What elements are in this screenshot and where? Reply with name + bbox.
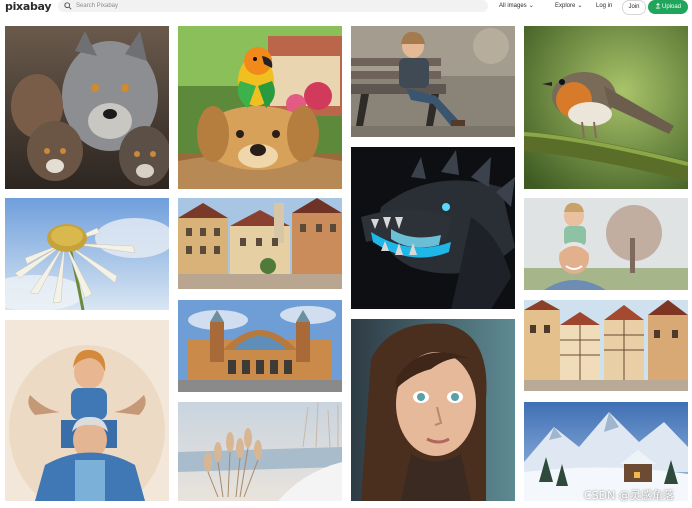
photo-girl-portrait[interactable] <box>351 319 515 501</box>
grandmother-child-image <box>5 320 169 501</box>
all-images-dropdown[interactable]: All images ⌄ <box>499 1 534 11</box>
chevron-down-icon: ⌄ <box>528 3 534 9</box>
wolves-image <box>5 26 169 189</box>
chevron-down-icon: ⌄ <box>577 3 583 9</box>
photo-robin[interactable] <box>524 26 688 189</box>
photo-parrot-on-dog[interactable] <box>178 26 342 189</box>
explore-label: Explore <box>555 3 576 9</box>
village-image <box>524 300 688 391</box>
login-link[interactable]: Log in <box>596 1 612 11</box>
daisy-image <box>5 198 169 310</box>
photo-dragon[interactable] <box>351 147 515 309</box>
upload-button[interactable]: Upload <box>648 0 688 14</box>
explore-dropdown[interactable]: Explore ⌄ <box>555 1 582 11</box>
photo-grandfather-and-child[interactable] <box>524 198 688 290</box>
photo-child-on-bench[interactable] <box>351 26 515 137</box>
top-navigation-bar: pixabay Search Pixabay All images ⌄ Explo… <box>0 0 692 16</box>
upload-label: Upload <box>661 4 681 10</box>
girl-portrait-image <box>351 319 515 501</box>
photo-winter-reeds[interactable] <box>178 402 342 501</box>
all-images-label: All images <box>499 3 527 9</box>
search-placeholder: Search Pixabay <box>76 3 119 9</box>
search-icon <box>64 2 72 10</box>
robin-image <box>524 26 688 189</box>
photo-railway-station[interactable] <box>178 300 342 392</box>
join-button[interactable]: Join <box>622 0 646 15</box>
old-town-image <box>178 198 342 289</box>
photo-grandmother-and-child[interactable] <box>5 320 169 501</box>
parrot-dog-image <box>178 26 342 189</box>
station-image <box>178 300 342 392</box>
photo-old-town-street[interactable] <box>178 198 342 289</box>
grandfather-child-image <box>524 198 688 290</box>
search-input[interactable]: Search Pixabay <box>58 0 488 12</box>
dragon-image <box>351 147 515 309</box>
upload-icon <box>655 3 661 9</box>
photo-wolves[interactable] <box>5 26 169 189</box>
child-bench-image <box>351 26 515 137</box>
pixabay-logo[interactable]: pixabay <box>5 0 52 14</box>
photo-daisy[interactable] <box>5 198 169 310</box>
photo-half-timbered-village[interactable] <box>524 300 688 391</box>
csdn-watermark: CSDN @灵感角落 <box>584 489 674 502</box>
winter-reeds-image <box>178 402 342 501</box>
